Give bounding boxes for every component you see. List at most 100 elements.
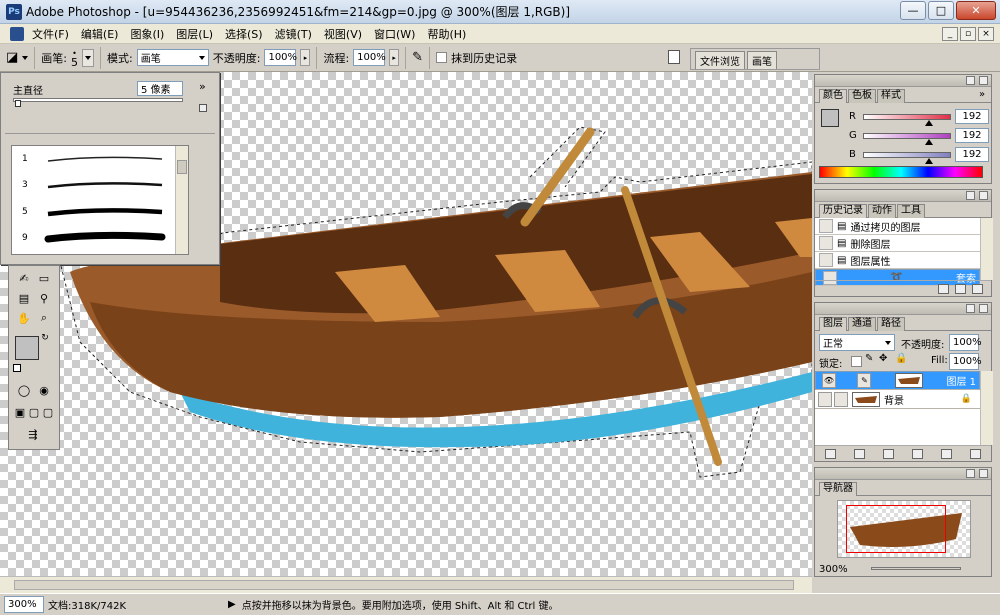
screen-mode-full-icon[interactable]: ▢ <box>41 404 55 420</box>
erase-to-history-checkbox[interactable] <box>436 52 448 63</box>
flow-field[interactable]: 100% <box>353 49 386 66</box>
menu-view[interactable]: 视图(V) <box>318 26 368 42</box>
flow-slider-button[interactable]: ▸ <box>389 49 400 66</box>
layers-scrollbar[interactable] <box>980 371 993 445</box>
new-set-icon[interactable] <box>883 448 894 459</box>
zoom-tool-icon[interactable]: ⌕ <box>35 310 53 326</box>
eye-icon[interactable]: 👁 <box>822 373 836 388</box>
new-layer-icon[interactable] <box>941 448 952 459</box>
history-item[interactable]: ▤ 删除图层 <box>815 235 980 252</box>
tab-actions[interactable]: 动作 <box>868 204 896 218</box>
channel-slider[interactable] <box>863 132 951 145</box>
channel-slider-handle[interactable] <box>924 138 933 145</box>
file-browser-tab[interactable]: 文件浏览 <box>695 51 745 69</box>
menu-window[interactable]: 窗口(W) <box>368 26 421 42</box>
status-doc-info[interactable]: 文档:318K/742K <box>48 597 228 612</box>
visibility-toggle[interactable] <box>818 391 832 407</box>
stamp-tool-icon[interactable]: ▤ <box>15 290 33 306</box>
eyedropper-tool-icon[interactable]: ⚲ <box>35 290 53 306</box>
menu-edit[interactable]: 编辑(E) <box>75 26 125 42</box>
canvas-horizontal-scrollbar[interactable] <box>0 576 812 593</box>
delete-layer-icon[interactable] <box>970 448 981 459</box>
brush-preset-row[interactable]: 9 <box>12 230 176 246</box>
layer-name[interactable]: 背景 <box>884 392 904 407</box>
brush-preset-row[interactable]: 5 <box>12 205 176 219</box>
master-diameter-slider[interactable] <box>13 98 183 102</box>
brush-link-icon[interactable]: ✎ <box>857 373 872 388</box>
channel-slider[interactable] <box>863 113 951 126</box>
maximize-button[interactable]: □ <box>928 1 954 20</box>
tab-navigator[interactable]: 导航器 <box>819 482 857 496</box>
fill-field[interactable]: 100% <box>949 353 982 370</box>
jump-to-imageready-icon[interactable]: ⇶ <box>15 426 51 442</box>
channel-slider[interactable] <box>863 151 951 164</box>
blend-mode-select[interactable]: 正常 <box>819 334 895 351</box>
lock-position-icon[interactable]: ✥ <box>879 353 887 364</box>
history-item[interactable]: ▤ 图层属性 <box>815 252 980 269</box>
adjustment-layer-icon[interactable] <box>912 448 923 459</box>
status-zoom-field[interactable]: 300% <box>4 596 44 613</box>
brush-preset-row[interactable]: 1 <box>12 152 176 166</box>
lock-all-icon[interactable]: 🔒 <box>895 353 907 364</box>
standard-mode-icon[interactable]: ◯ <box>15 382 33 398</box>
history-scrollbar[interactable] <box>980 218 993 280</box>
brushes-tab[interactable]: 画笔 <box>747 51 777 69</box>
eraser-tool-icon[interactable]: ▭ <box>35 270 53 286</box>
menu-image[interactable]: 图象(I) <box>124 26 170 42</box>
history-brush-tool-icon[interactable]: ✍ <box>15 270 33 286</box>
menu-help[interactable]: 帮助(H) <box>421 26 472 42</box>
history-item[interactable]: ▤ 通过拷贝的图层 <box>815 218 980 235</box>
navigator-zoom-value[interactable]: 300% <box>819 564 848 575</box>
eraser-tool-icon[interactable]: ◪ <box>6 50 18 65</box>
trash-icon[interactable] <box>972 283 983 294</box>
default-colors-icon[interactable] <box>13 364 21 372</box>
channel-slider-handle[interactable] <box>924 157 933 164</box>
tab-swatches[interactable]: 色板 <box>848 89 876 103</box>
channel-value[interactable]: 192 <box>955 109 989 124</box>
menu-file[interactable]: 文件(F) <box>26 26 75 42</box>
tab-tools[interactable]: 工具 <box>897 204 925 218</box>
tab-color[interactable]: 颜色 <box>819 89 847 103</box>
channel-value[interactable]: 192 <box>955 128 989 143</box>
mode-select[interactable]: 画笔 <box>136 49 209 66</box>
channel-value[interactable]: 192 <box>955 147 989 162</box>
new-document-from-state-icon[interactable] <box>938 283 949 294</box>
lock-transparency-checkbox[interactable] <box>851 356 862 367</box>
snapshot-icon[interactable] <box>955 283 966 294</box>
screen-mode-full-menu-icon[interactable]: ▢ <box>27 404 41 420</box>
screen-mode-standard-icon[interactable]: ▣ <box>13 404 27 420</box>
tab-channels[interactable]: 通道 <box>848 317 876 331</box>
tab-history[interactable]: 历史记录 <box>819 204 867 218</box>
doc-close-button[interactable]: × <box>978 27 994 41</box>
channel-slider-handle[interactable] <box>924 119 933 126</box>
navigator-zoom-slider[interactable] <box>871 567 961 570</box>
close-button[interactable]: ✕ <box>956 1 996 20</box>
navigator-preview[interactable] <box>837 500 971 558</box>
slider-handle[interactable] <box>15 100 21 107</box>
tool-preset-dropdown-icon[interactable] <box>22 55 29 60</box>
opacity-field[interactable]: 100% <box>264 49 297 66</box>
opacity-slider-button[interactable]: ▸ <box>300 49 311 66</box>
layer-row[interactable]: 👁 ✎ 图层 1 <box>815 371 980 390</box>
tab-layers[interactable]: 图层 <box>819 317 847 331</box>
color-ramp[interactable] <box>819 166 983 178</box>
brush-picker-button[interactable] <box>82 48 95 67</box>
doc-minimize-button[interactable]: _ <box>942 27 958 41</box>
link-toggle[interactable] <box>834 391 848 407</box>
swap-colors-icon[interactable]: ↻ <box>39 332 51 344</box>
master-diameter-field[interactable]: 5 像素 <box>137 81 183 96</box>
lock-image-icon[interactable]: ✎ <box>865 353 873 364</box>
color-fg-swatch[interactable] <box>821 109 839 127</box>
brush-list-scrollbar[interactable] <box>175 146 188 254</box>
foreground-color-swatch[interactable] <box>15 336 39 360</box>
popup-menu-icon[interactable]: » <box>199 80 206 93</box>
layer-name[interactable]: 图层 1 <box>946 373 976 388</box>
new-preset-icon[interactable] <box>199 104 207 112</box>
tab-paths[interactable]: 路径 <box>877 317 905 331</box>
brush-preset-row[interactable]: 3 <box>12 178 176 192</box>
navigator-view-box[interactable] <box>846 505 946 553</box>
menu-select[interactable]: 选择(S) <box>219 26 269 42</box>
airbrush-icon[interactable]: ✎ <box>412 50 423 65</box>
brush-preset-list[interactable]: 1 3 5 9 <box>11 145 189 255</box>
menu-layer[interactable]: 图层(L) <box>170 26 219 42</box>
